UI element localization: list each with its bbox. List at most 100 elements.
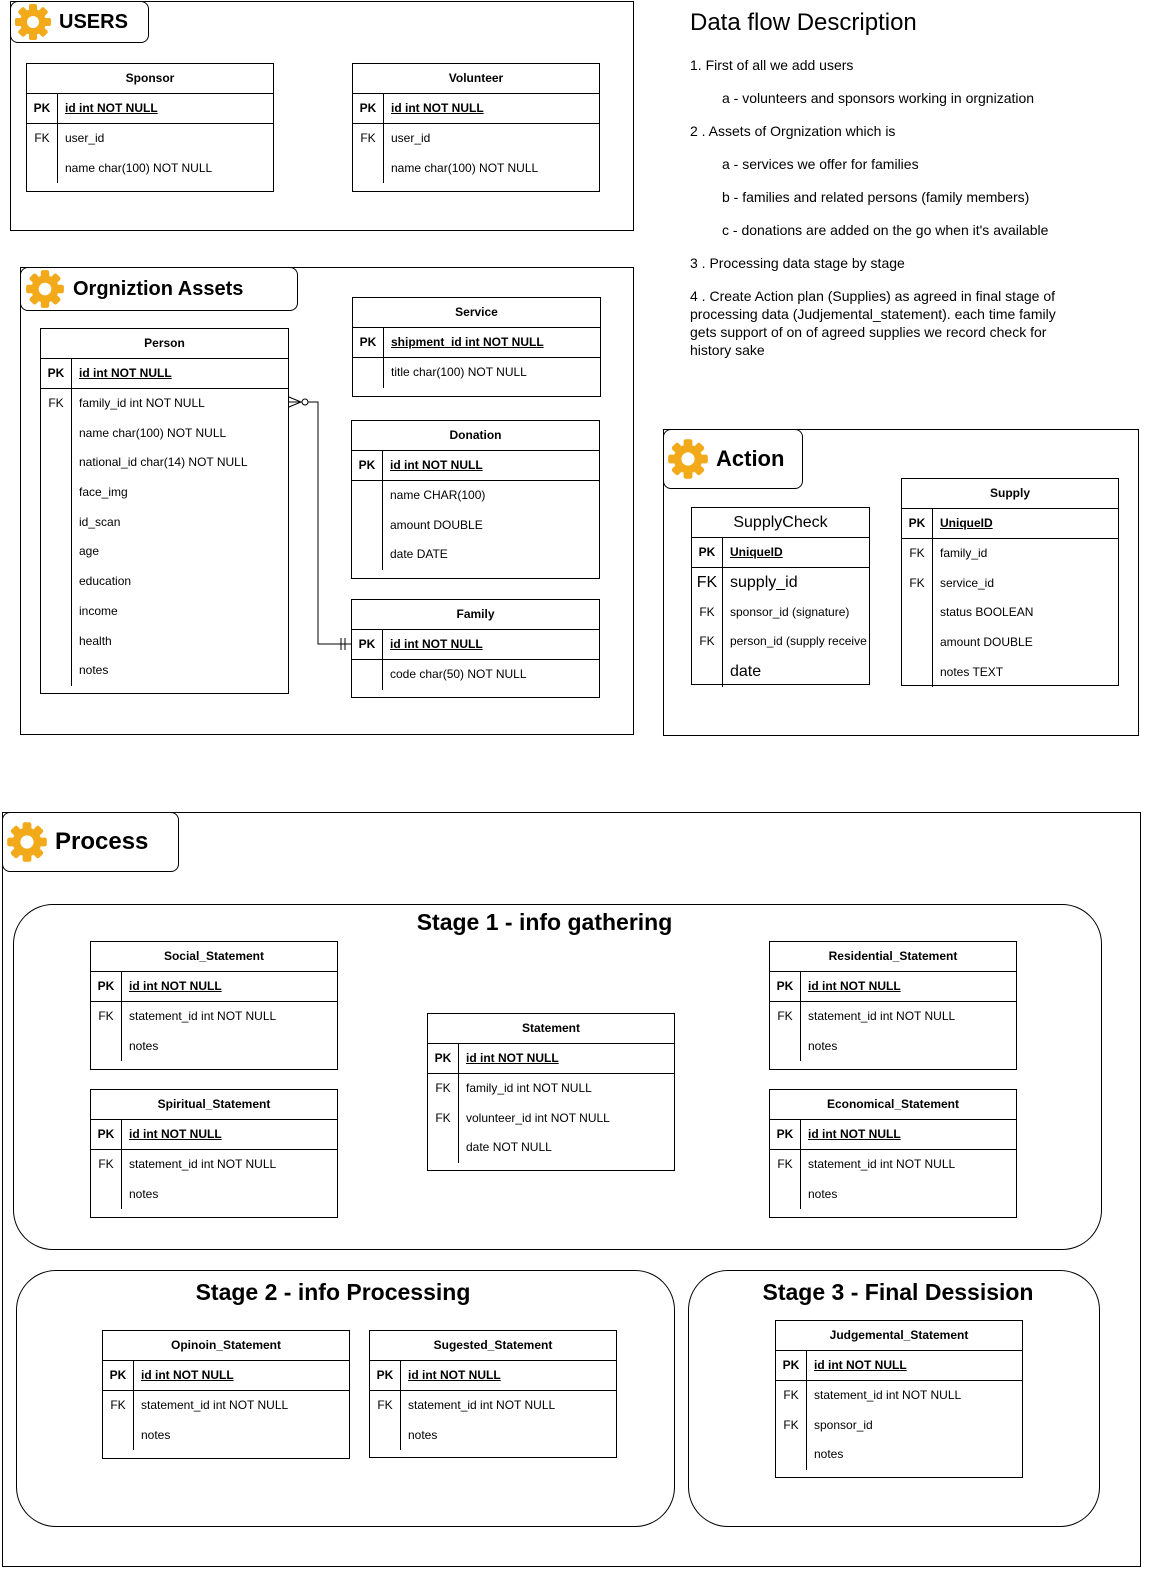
table-family[interactable]: Family PK id int NOT NULL code char(50) NOT… bbox=[351, 599, 600, 698]
key-type bbox=[41, 418, 72, 449]
table-name: Opinoin_Statement bbox=[103, 1331, 349, 1361]
key-type bbox=[41, 567, 72, 597]
key-type bbox=[428, 1133, 459, 1164]
key-type: FK bbox=[902, 539, 933, 569]
field-name: statement_id int NOT NULL bbox=[408, 1398, 556, 1412]
table-row: notes bbox=[41, 656, 288, 686]
field-name: name char(100) NOT NULL bbox=[391, 160, 539, 175]
table-row: FK statement_id int NOT NULL bbox=[370, 1391, 616, 1421]
key-type bbox=[692, 657, 723, 687]
field-name: id_scan bbox=[79, 514, 121, 529]
primary-key-row: PK UniqueID bbox=[692, 538, 869, 568]
table-sugested-statement[interactable]: Sugested_Statement PK id int NOT NULL FK sta… bbox=[369, 1330, 617, 1458]
table-social-statement[interactable]: Social_Statement PK id int NOT NULL FK state… bbox=[90, 941, 338, 1070]
key-type: PK bbox=[692, 538, 723, 567]
table-statement[interactable]: Statement PK id int NOT NULL FK family_id in… bbox=[427, 1013, 675, 1171]
key-type bbox=[91, 1031, 122, 1062]
field-name: code char(50) NOT NULL bbox=[390, 667, 527, 681]
key-type: FK bbox=[692, 568, 723, 598]
table-economical-statement[interactable]: Economical_Statement PK id int NOT NULL FK s… bbox=[769, 1089, 1017, 1218]
description-item: 3 . Processing data stage by stage bbox=[690, 255, 905, 271]
table-row: notes bbox=[776, 1440, 1022, 1471]
key-type: FK bbox=[91, 1150, 122, 1180]
table-row: health bbox=[41, 626, 288, 657]
field-name: age bbox=[79, 544, 100, 559]
key-type: PK bbox=[770, 1120, 801, 1149]
table-sponsor[interactable]: Sponsor PK id int NOT NULL FK user_id name ch… bbox=[26, 63, 274, 192]
table-name: Residential_Statement bbox=[770, 942, 1016, 972]
description-item: 4 . Create Action plan (Supplies) as agr… bbox=[690, 288, 1056, 358]
table-supplycheck[interactable]: SupplyCheck PK UniqueID FK supply_id FK sponso… bbox=[691, 507, 870, 687]
table-name: Social_Statement bbox=[91, 942, 337, 972]
table-spiritual-statement[interactable]: Spiritual_Statement PK id int NOT NULL FK st… bbox=[90, 1089, 338, 1218]
table-supply[interactable]: Supply PK UniqueID FK family_id FK service_id s… bbox=[901, 478, 1119, 688]
field-name: id int NOT NULL bbox=[79, 366, 172, 380]
table-row: notes TEXT bbox=[902, 657, 1118, 688]
key-type bbox=[776, 1440, 807, 1471]
primary-key-row: PK UniqueID bbox=[902, 509, 1118, 539]
table-row: FK service_id bbox=[902, 568, 1118, 599]
field-name: statement_id int NOT NULL bbox=[808, 1157, 956, 1171]
key-type bbox=[353, 153, 384, 184]
field-name: status BOOLEAN bbox=[940, 605, 1034, 620]
key-type: FK bbox=[770, 1002, 801, 1032]
field-name: notes bbox=[408, 1427, 438, 1442]
primary-key-row: PK id int NOT NULL bbox=[103, 1361, 349, 1391]
field-name: id int NOT NULL bbox=[808, 1127, 901, 1141]
table-name: Judgemental_Statement bbox=[776, 1321, 1022, 1351]
key-type: PK bbox=[353, 328, 384, 357]
table-opinion-statement[interactable]: Opinoin_Statement PK id int NOT NULL FK stat… bbox=[102, 1330, 350, 1459]
field-name: id int NOT NULL bbox=[391, 101, 484, 115]
table-name: Supply bbox=[902, 479, 1118, 509]
table-row: notes bbox=[91, 1179, 337, 1210]
gear-icon bbox=[668, 439, 708, 479]
table-row: FK statement_id int NOT NULL bbox=[776, 1381, 1022, 1411]
table-row: notes bbox=[770, 1179, 1016, 1210]
key-type bbox=[352, 481, 383, 511]
table-service[interactable]: Service PK shipment_id int NOT NULL title c… bbox=[352, 297, 601, 397]
key-type: PK bbox=[103, 1361, 134, 1390]
table-volunteer[interactable]: Volunteer PK id int NOT NULL FK user_id name … bbox=[352, 63, 600, 192]
key-type bbox=[352, 510, 383, 541]
table-residential-statement[interactable]: Residential_Statement PK id int NOT NULL FK… bbox=[769, 941, 1017, 1070]
table-row: status BOOLEAN bbox=[902, 598, 1118, 629]
table-row: name char(100) NOT NULL bbox=[41, 418, 288, 449]
primary-key-row: PK id int NOT NULL bbox=[370, 1361, 616, 1391]
key-type bbox=[352, 660, 383, 690]
primary-key-row: PK id int NOT NULL bbox=[27, 94, 273, 124]
key-type: FK bbox=[776, 1381, 807, 1411]
primary-key-row: PK shipment_id int NOT NULL bbox=[353, 328, 600, 358]
field-name: id int NOT NULL bbox=[390, 458, 483, 472]
primary-key-row: PK id int NOT NULL bbox=[770, 1120, 1016, 1150]
key-type bbox=[770, 1031, 801, 1062]
key-type bbox=[41, 656, 72, 686]
table-name: Spiritual_Statement bbox=[91, 1090, 337, 1120]
table-row: notes bbox=[370, 1420, 616, 1451]
table-row: FK statement_id int NOT NULL bbox=[770, 1002, 1016, 1032]
field-name: notes bbox=[79, 663, 109, 678]
primary-key-row: PK id int NOT NULL bbox=[353, 94, 599, 124]
table-row: id_scan bbox=[41, 507, 288, 538]
table-row: FK statement_id int NOT NULL bbox=[103, 1391, 349, 1421]
table-row: FK user_id bbox=[353, 124, 599, 154]
table-judgemental-statement[interactable]: Judgemental_Statement PK id int NOT NULL FK… bbox=[775, 1320, 1023, 1478]
key-type: PK bbox=[352, 451, 383, 480]
table-row: FK statement_id int NOT NULL bbox=[91, 1150, 337, 1180]
field-name: person_id (supply receive bbox=[730, 634, 867, 649]
table-name: Donation bbox=[352, 421, 599, 451]
key-type: PK bbox=[428, 1044, 459, 1073]
description-item: 2 . Assets of Orgnization which is bbox=[690, 123, 896, 139]
table-row: notes bbox=[103, 1420, 349, 1451]
primary-key-row: PK id int NOT NULL bbox=[352, 630, 599, 660]
table-name: Statement bbox=[428, 1014, 674, 1044]
key-type: PK bbox=[352, 630, 383, 659]
key-type bbox=[41, 478, 72, 508]
table-row: amount DOUBLE bbox=[352, 510, 599, 541]
field-name: UniqueID bbox=[940, 516, 993, 530]
gear-icon bbox=[15, 4, 51, 40]
table-name: Person bbox=[41, 329, 288, 359]
table-donation[interactable]: Donation PK id int NOT NULL name CHAR(100) a… bbox=[351, 420, 600, 579]
table-row: education bbox=[41, 567, 288, 597]
table-row: date NOT NULL bbox=[428, 1133, 674, 1164]
table-person[interactable]: Person PK id int NOT NULL FK family_id int N… bbox=[40, 328, 289, 694]
